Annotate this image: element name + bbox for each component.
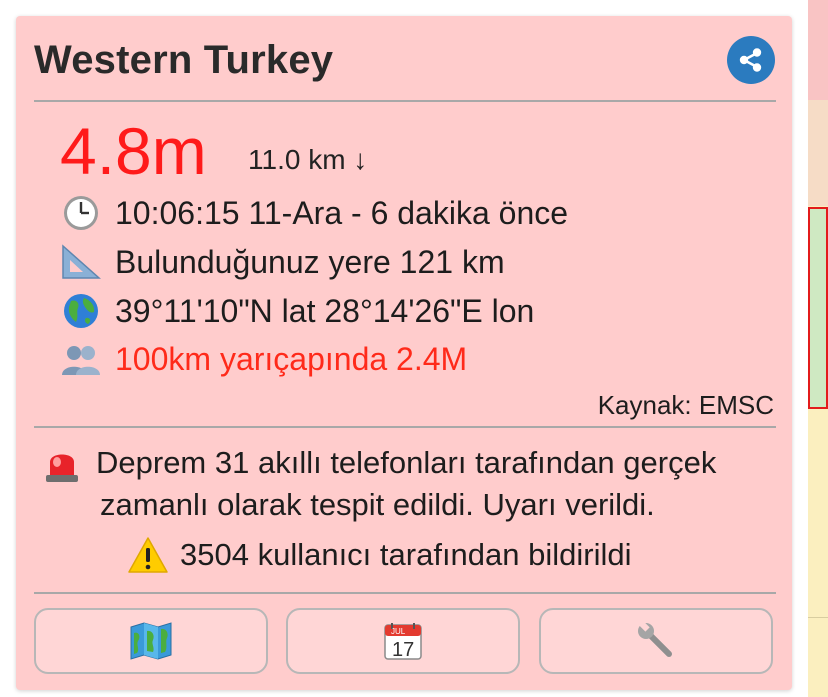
earthquake-card: Western Turkey 4.8m 11.0 km ↓ 10:06:15 1… <box>16 16 792 690</box>
info-divider <box>34 426 776 428</box>
reports-row: 3504 kullanıcı tarafından bildirildi <box>126 535 632 575</box>
share-button[interactable] <box>727 36 775 84</box>
wrench-icon <box>638 621 672 657</box>
time-row: 10:06:15 11-Ara - 6 dakika önce <box>61 193 568 233</box>
siren-icon <box>44 444 84 484</box>
strip-segment-selected[interactable] <box>808 207 828 409</box>
calendar-button[interactable]: JUL 17 <box>286 608 520 674</box>
settings-button[interactable] <box>539 608 773 674</box>
strip-segment-orange <box>808 100 828 206</box>
people-icon <box>61 339 101 379</box>
calendar-month: JUL <box>391 627 406 636</box>
source-label: Kaynak: EMSC <box>597 390 774 420</box>
map-icon <box>130 622 172 660</box>
region-title: Western Turkey <box>34 38 334 82</box>
strip-segment-red <box>808 0 828 100</box>
depth-value: 11.0 km ↓ <box>248 144 368 175</box>
map-button[interactable] <box>34 608 268 674</box>
coordinates-row: 39°11'10"N lat 28°14'26"E lon <box>61 291 534 331</box>
strip-divider <box>808 617 828 618</box>
clock-icon <box>61 193 101 233</box>
alert-text-line1: Deprem 31 akıllı telefonları tarafından … <box>96 445 717 480</box>
reports-text: 3504 kullanıcı tarafından bildirildi <box>180 537 632 572</box>
time-text: 10:06:15 11-Ara - 6 dakika önce <box>115 194 569 231</box>
alert-text-line2: zamanlı olarak tespit edildi. Uyarı veri… <box>100 487 655 522</box>
warning-icon <box>126 535 170 575</box>
population-text: 100km yarıçapında 2.4M <box>115 340 468 377</box>
share-icon <box>739 48 762 72</box>
magnitude-value: 4.8m <box>60 114 207 188</box>
footer-divider <box>34 592 776 594</box>
calendar-day: 17 <box>392 639 414 661</box>
coordinates-text: 39°11'10"N lat 28°14'26"E lon <box>115 292 535 329</box>
distance-row: Bulunduğunuz yere 121 km <box>61 242 505 282</box>
distance-text: Bulunduğunuz yere 121 km <box>115 243 505 280</box>
globe-icon <box>61 291 101 331</box>
header-divider <box>34 100 776 102</box>
side-scroll-strip[interactable] <box>808 0 828 697</box>
population-row: 100km yarıçapında 2.4M <box>61 339 467 379</box>
calendar-icon: JUL 17 <box>384 623 422 661</box>
ruler-icon <box>61 242 101 282</box>
